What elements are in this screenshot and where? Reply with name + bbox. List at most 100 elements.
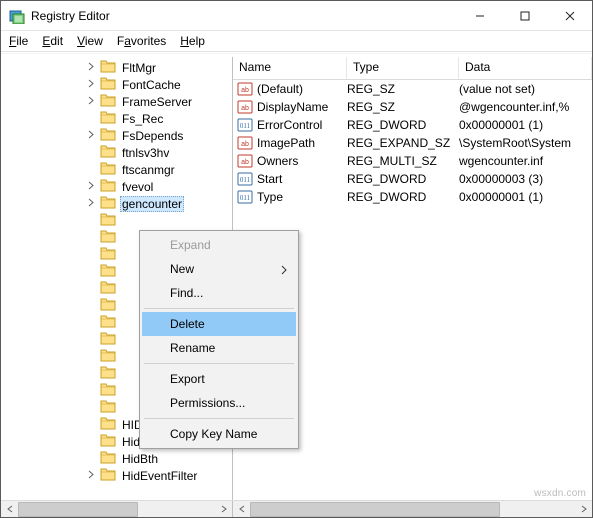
folder-icon — [100, 416, 120, 433]
expander-icon[interactable] — [86, 61, 97, 72]
tree-item-label: fvevol — [120, 180, 155, 194]
menu-item-export[interactable]: Export — [142, 367, 296, 391]
menu-item-find[interactable]: Find... — [142, 281, 296, 305]
chevron-right-icon — [280, 264, 288, 278]
menu-edit[interactable]: Edit — [42, 34, 63, 48]
folder-icon — [100, 467, 120, 484]
menu-help[interactable]: Help — [180, 34, 205, 48]
list-row[interactable]: ab(Default)REG_SZ(value not set) — [233, 80, 592, 98]
tree-item[interactable]: fvevol — [1, 178, 232, 195]
menu-item-permissions[interactable]: Permissions... — [142, 391, 296, 415]
menu-separator — [144, 418, 294, 419]
expander-icon[interactable] — [86, 129, 97, 140]
value-type: REG_DWORD — [347, 118, 459, 132]
tree-item[interactable]: ftnlsv3hv — [1, 144, 232, 161]
binary-value-icon: 011 — [237, 117, 253, 133]
value-type: REG_MULTI_SZ — [347, 154, 459, 168]
menu-item-delete[interactable]: Delete — [142, 312, 296, 336]
tree-item[interactable]: FrameServer — [1, 93, 232, 110]
folder-icon — [100, 263, 120, 280]
list-row[interactable]: ab ImagePathREG_EXPAND_SZ\SystemRoot\Syst… — [233, 134, 592, 152]
menu-separator — [144, 308, 294, 309]
expander-icon[interactable] — [86, 469, 97, 480]
value-type: REG_DWORD — [347, 190, 459, 204]
menu-item-label: Expand — [170, 238, 211, 252]
folder-icon — [100, 110, 120, 127]
titlebar: Registry Editor — [1, 1, 592, 31]
folder-icon — [100, 178, 120, 195]
chevron-right-icon — [220, 505, 228, 513]
tree-item[interactable]: ftscanmgr — [1, 161, 232, 178]
column-header-type[interactable]: Type — [347, 57, 459, 79]
hscroll-right-btn-r[interactable] — [575, 501, 592, 518]
menu-item-copy-key-name[interactable]: Copy Key Name — [142, 422, 296, 446]
menu-item-new[interactable]: New — [142, 257, 296, 281]
svg-text:011: 011 — [240, 176, 251, 184]
hscroll-thumb-left[interactable] — [18, 502, 138, 517]
expander-icon[interactable] — [86, 95, 97, 106]
value-name: Owners — [257, 154, 347, 168]
minimize-button[interactable] — [457, 1, 502, 30]
folder-icon — [100, 144, 120, 161]
folder-icon — [100, 450, 120, 467]
hscroll-right-track[interactable] — [233, 501, 592, 517]
menu-view[interactable]: View — [77, 34, 103, 48]
close-button[interactable] — [547, 1, 592, 30]
expander-icon[interactable] — [86, 197, 97, 208]
tree-item-label: ftscanmgr — [120, 163, 177, 177]
window: Registry Editor File Edit View Favorites Hel… — [0, 0, 593, 518]
svg-text:ab: ab — [241, 105, 249, 112]
list-row[interactable]: 011ErrorControlREG_DWORD0x00000001 (1) — [233, 116, 592, 134]
menu-item-label: Delete — [170, 317, 205, 331]
folder-icon — [100, 297, 120, 314]
binary-value-icon: 011 — [237, 189, 253, 205]
tree-item[interactable]: FontCache — [1, 76, 232, 93]
value-type: REG_EXPAND_SZ — [347, 136, 459, 150]
expander-icon[interactable] — [86, 78, 97, 89]
hscroll-left-track[interactable] — [1, 501, 233, 517]
folder-icon — [100, 348, 120, 365]
expander-icon[interactable] — [86, 180, 97, 191]
menu-item-label: Permissions... — [170, 396, 245, 410]
folder-icon — [100, 382, 120, 399]
menu-file[interactable]: File — [9, 34, 28, 48]
hscroll-left-btn-l[interactable] — [1, 501, 18, 518]
tree-item[interactable] — [1, 212, 232, 229]
value-data: \SystemRoot\System — [459, 136, 592, 150]
list-row[interactable]: 011TypeREG_DWORD0x00000001 (1) — [233, 188, 592, 206]
chevron-left-icon — [238, 505, 246, 513]
tree-item[interactable]: FsDepends — [1, 127, 232, 144]
value-name: ErrorControl — [257, 118, 347, 132]
tree-item-label: FrameServer — [120, 95, 194, 109]
menu-item-expand: Expand — [142, 233, 296, 257]
tree-item[interactable]: gencounter — [1, 195, 232, 212]
hscroll-thumb-right[interactable] — [250, 502, 500, 517]
menu-item-label: Export — [170, 372, 205, 386]
menu-separator — [144, 363, 294, 364]
list-row[interactable]: abOwnersREG_MULTI_SZwgencounter.inf — [233, 152, 592, 170]
tree-item[interactable]: FltMgr — [1, 59, 232, 76]
folder-icon — [100, 229, 120, 246]
menu-item-rename[interactable]: Rename — [142, 336, 296, 360]
tree-item[interactable]: HidBth — [1, 450, 232, 467]
string-value-icon: ab — [237, 135, 253, 151]
column-header-data[interactable]: Data — [459, 57, 592, 79]
folder-icon — [100, 314, 120, 331]
hscrollbar — [1, 500, 592, 517]
tree-item[interactable]: Fs_Rec — [1, 110, 232, 127]
value-name: ImagePath — [257, 136, 347, 150]
list-row[interactable]: 011StartREG_DWORD0x00000003 (3) — [233, 170, 592, 188]
value-name: (Default) — [257, 82, 347, 96]
tree-item-label: Fs_Rec — [120, 112, 165, 126]
window-title: Registry Editor — [31, 9, 110, 23]
column-header-name[interactable]: Name — [233, 57, 347, 79]
tree-item-label: FltMgr — [120, 61, 158, 75]
tree-item[interactable]: HidEventFilter — [1, 467, 232, 484]
hscroll-left-btn-r[interactable] — [215, 501, 232, 518]
hscroll-right-btn-l[interactable] — [233, 501, 250, 518]
minimize-icon — [475, 11, 485, 21]
maximize-icon — [520, 11, 530, 21]
list-row[interactable]: abDisplayNameREG_SZ@wgencounter.inf,% — [233, 98, 592, 116]
maximize-button[interactable] — [502, 1, 547, 30]
menu-favorites[interactable]: Favorites — [117, 34, 166, 48]
